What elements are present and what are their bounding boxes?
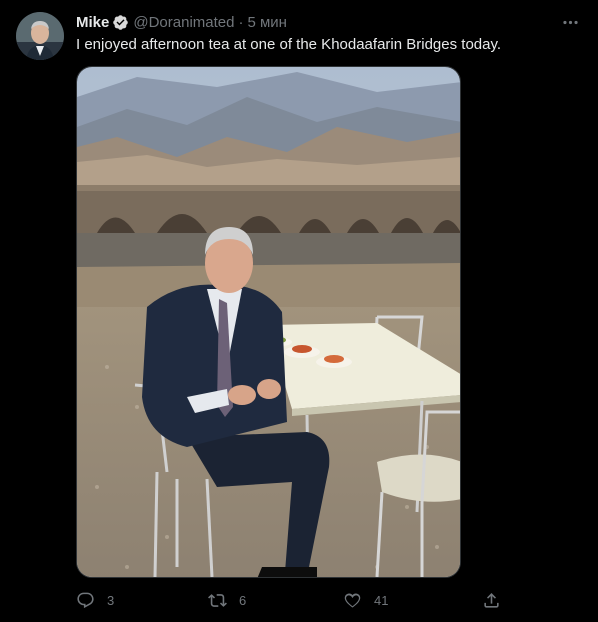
reply-count: 3: [107, 592, 115, 608]
more-icon[interactable]: [558, 10, 582, 34]
author-avatar[interactable]: [16, 12, 64, 60]
reply-button[interactable]: 3: [76, 588, 114, 612]
tweet-actions: 3 6 41: [76, 588, 506, 612]
tweet-photo[interactable]: [76, 66, 461, 578]
verified-icon: [112, 14, 129, 31]
retweet-button[interactable]: 6: [208, 588, 246, 612]
share-icon: [482, 591, 501, 610]
author-handle[interactable]: @Doranimated: [133, 14, 234, 31]
like-count: 41: [374, 592, 389, 608]
like-icon: [343, 591, 362, 610]
share-button[interactable]: [482, 588, 501, 612]
header-separator: ·: [238, 13, 244, 31]
author-name[interactable]: Mike: [76, 14, 109, 31]
tweet-time[interactable]: 5 мин: [247, 14, 287, 31]
tweet[interactable]: Mike @Doranimated · 5 мин I enjoyed afte…: [0, 0, 598, 622]
tweet-text: I enjoyed afternoon tea at one of the Kh…: [76, 36, 502, 53]
tweet-header: Mike @Doranimated · 5 мин: [76, 12, 287, 32]
retweet-icon: [208, 591, 227, 610]
reply-icon: [76, 591, 95, 610]
retweet-count: 6: [239, 592, 247, 608]
like-button[interactable]: 41: [343, 588, 388, 612]
